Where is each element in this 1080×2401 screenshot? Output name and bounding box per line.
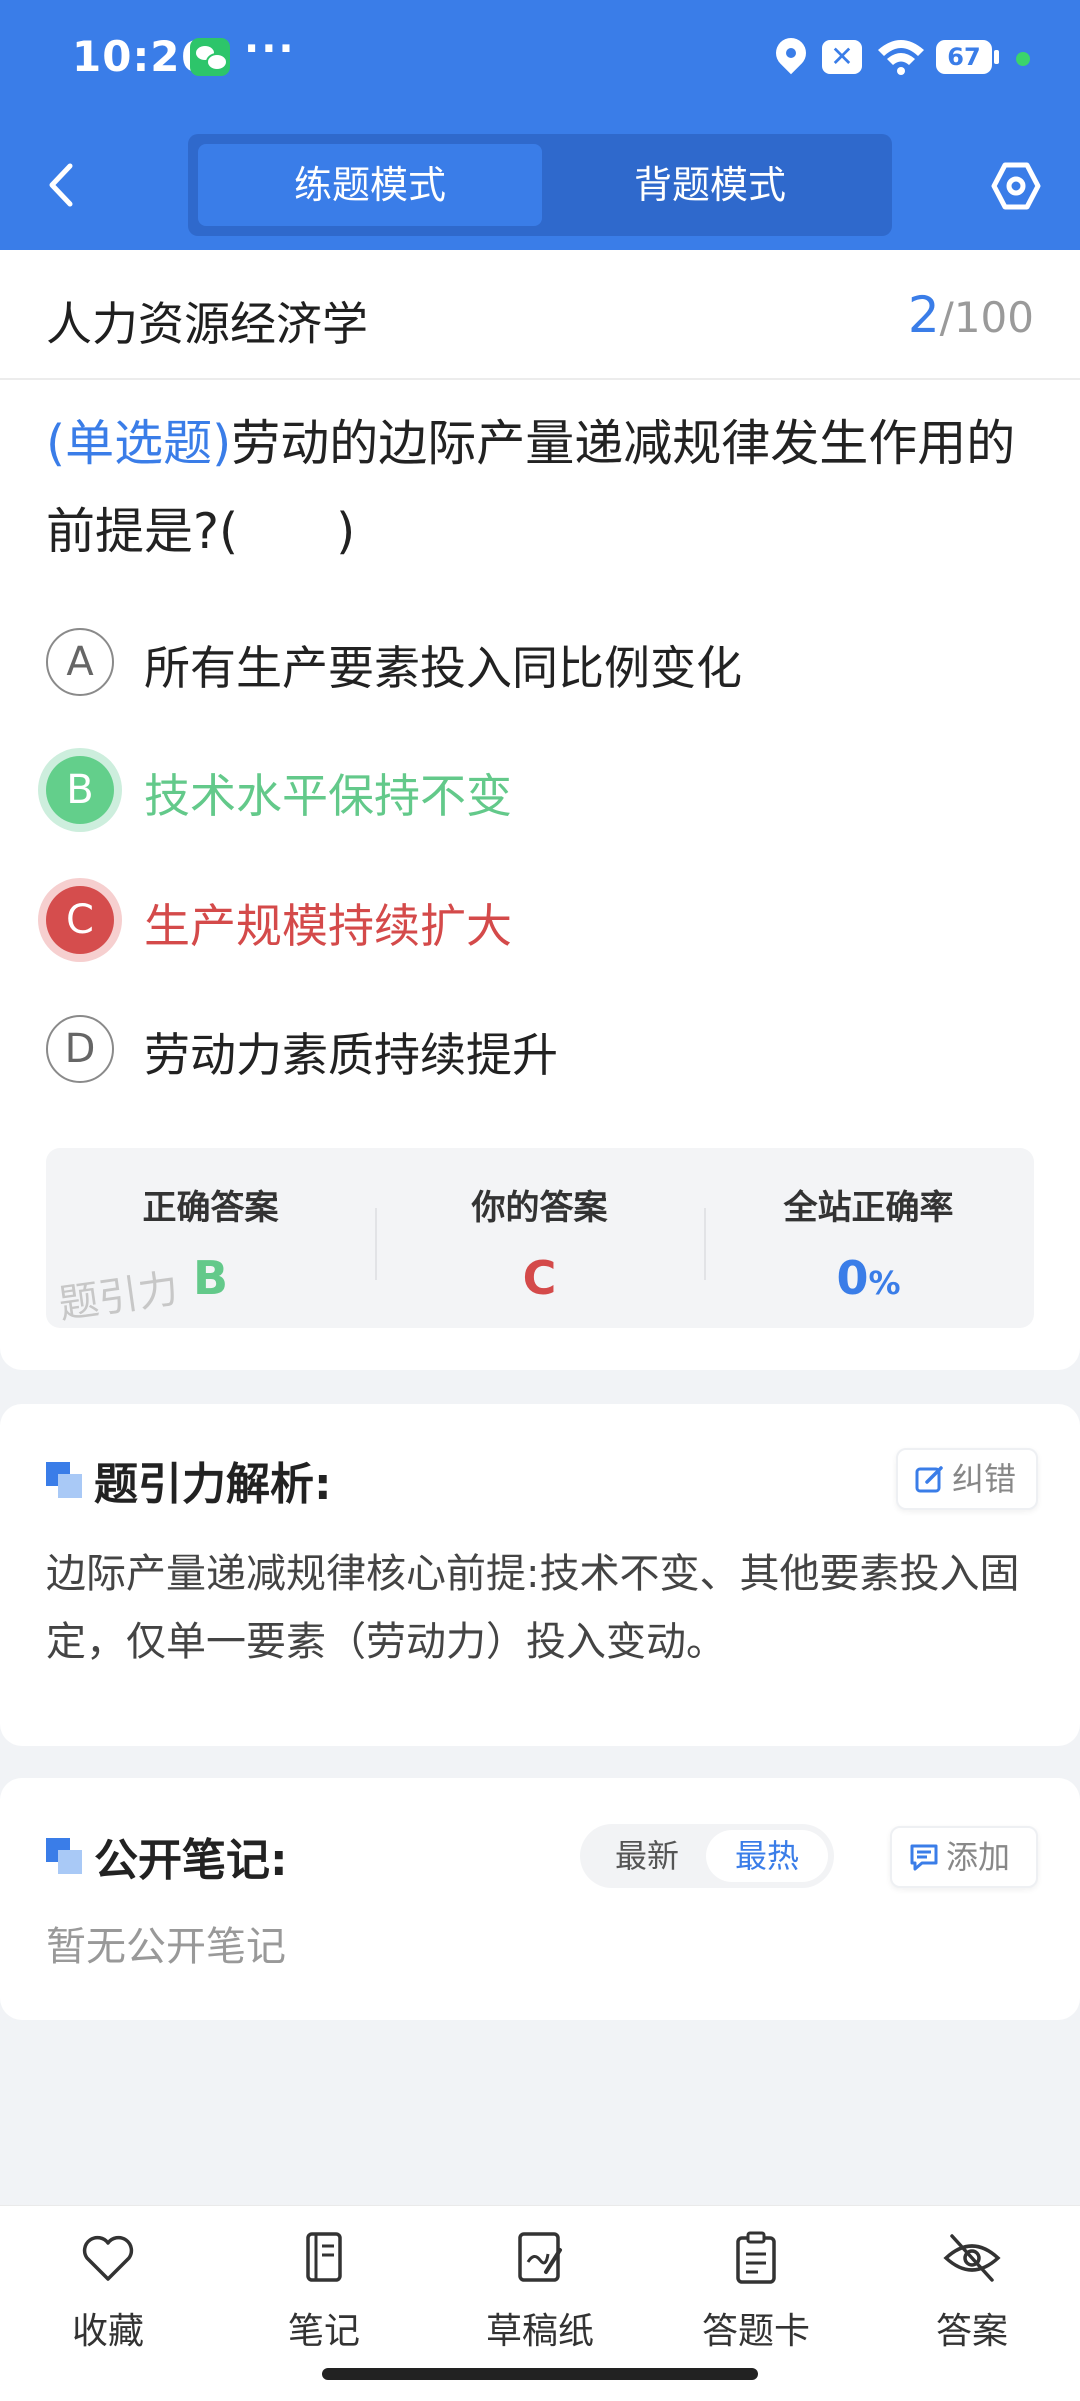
wechat-icon (190, 38, 230, 76)
add-note-button[interactable]: 添加 (890, 1826, 1038, 1888)
your-answer: 你的答案 C (375, 1180, 704, 1305)
option-text: 所有生产要素投入同比例变化 (144, 641, 742, 695)
site-accuracy-label: 全站正确率 (783, 1188, 954, 1228)
option-letter: A (46, 628, 114, 696)
app-header: 10:26 ··· ✕ 67 练题模式 背题模式 (0, 0, 1080, 250)
draft-icon (518, 2232, 562, 2282)
option-a[interactable]: A 所有生产要素投入同比例变化 (46, 622, 1026, 702)
answer-summary: 正确答案 B 你的答案 C 全站正确率 0% 题引力 (46, 1148, 1034, 1328)
option-letter: B (46, 756, 114, 824)
notes-section-icon (46, 1838, 82, 1874)
tab-label: 收藏 (71, 2311, 144, 2352)
tab-favorite[interactable]: 收藏 (0, 2228, 216, 2354)
tab-label: 答案 (935, 2311, 1008, 2352)
comment-icon (910, 1844, 938, 1871)
notes-card (0, 1778, 1080, 2020)
battery-icon: 67 (936, 40, 999, 74)
option-text: 技术水平保持不变 (144, 769, 512, 823)
option-letter: D (46, 1015, 114, 1083)
notes-sort-toggle: 最新 最热 (580, 1824, 834, 1888)
option-c[interactable]: C 生产规模持续扩大 (46, 880, 1026, 960)
report-error-button[interactable]: 纠错 (896, 1448, 1038, 1510)
site-accuracy: 全站正确率 0% (704, 1180, 1033, 1305)
tab-label: 答题卡 (701, 2311, 810, 2352)
clipboard-icon (736, 2231, 776, 2284)
tab-label: 草稿纸 (485, 2311, 594, 2352)
tab-answer-card[interactable]: 答题卡 (648, 2228, 864, 2354)
more-notifications-icon: ··· (244, 26, 296, 72)
your-answer-label: 你的答案 (471, 1188, 608, 1228)
tab-show-answer[interactable]: 答案 (864, 2228, 1080, 2354)
sort-newest[interactable]: 最新 (586, 1830, 708, 1882)
tab-notes[interactable]: 笔记 (216, 2228, 432, 2354)
add-note-label: 添加 (946, 1838, 1011, 1876)
back-icon[interactable] (42, 160, 82, 210)
eye-off-icon (943, 2234, 1001, 2282)
divider (0, 378, 1080, 380)
analysis-title: 题引力解析: (94, 1459, 332, 1510)
question-text: (单选题)劳动的边际产量递减规律发生作用的前提是?( ) (46, 400, 1042, 576)
your-answer-value: C (522, 1251, 557, 1305)
x-icon: ✕ (822, 40, 862, 74)
subject-title: 人力资源经济学 (46, 297, 368, 351)
notes-title: 公开笔记: (94, 1835, 288, 1886)
home-indicator[interactable] (322, 2368, 758, 2380)
correct-answer-label: 正确答案 (142, 1188, 279, 1228)
progress-total: /100 (939, 293, 1034, 342)
option-b[interactable]: B 技术水平保持不变 (46, 750, 1026, 830)
heart-icon (82, 2235, 134, 2281)
accuracy-unit: % (868, 1264, 901, 1302)
question-type: (单选题) (46, 415, 232, 472)
question-progress: 2/100 (908, 286, 1034, 344)
sort-hottest[interactable]: 最热 (706, 1830, 828, 1882)
progress-current: 2 (907, 286, 940, 344)
analysis-text: 边际产量递减规律核心前提:技术不变、其他要素投入固定，仅单一要素（劳动力）投入变… (46, 1551, 1020, 1665)
option-text: 生产规模持续扩大 (144, 899, 512, 953)
option-text: 劳动力素质持续提升 (144, 1028, 558, 1082)
status-bar: 10:26 ··· ✕ 67 (0, 0, 1080, 118)
tab-label: 笔记 (287, 2311, 360, 2352)
notebook-icon (306, 2232, 342, 2282)
tab-draft[interactable]: 草稿纸 (432, 2228, 648, 2354)
mode-switch: 练题模式 背题模式 (188, 134, 892, 236)
option-letter: C (46, 886, 114, 954)
edit-icon (915, 1466, 943, 1493)
settings-icon[interactable] (990, 160, 1042, 212)
tab-practice-mode[interactable]: 练题模式 (198, 144, 542, 226)
location-icon (769, 31, 813, 75)
tab-memorize-mode[interactable]: 背题模式 (538, 144, 882, 226)
empty-notes-text: 暂无公开笔记 (46, 1924, 286, 1970)
site-accuracy-value: 0% (704, 1251, 1033, 1305)
privacy-indicator-dot (1016, 52, 1030, 66)
accuracy-number: 0 (836, 1251, 869, 1305)
analysis-section-icon (46, 1462, 82, 1498)
option-d[interactable]: D 劳动力素质持续提升 (46, 1009, 1026, 1089)
report-error-label: 纠错 (952, 1460, 1017, 1498)
wifi-icon (878, 40, 924, 75)
